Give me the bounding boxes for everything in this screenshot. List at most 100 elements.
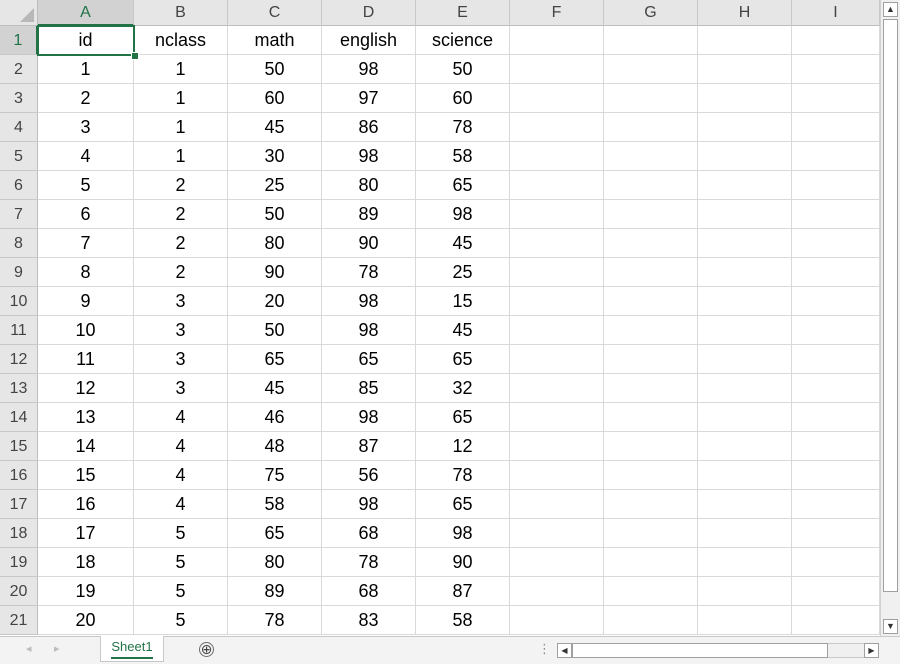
- cell-h12[interactable]: [698, 345, 792, 374]
- cell-d5[interactable]: 98: [322, 142, 416, 171]
- cell-a12[interactable]: 11: [38, 345, 134, 374]
- row-header-9[interactable]: 9: [0, 258, 38, 287]
- row-header-20[interactable]: 20: [0, 577, 38, 606]
- cell-g18[interactable]: [604, 519, 698, 548]
- cell-f2[interactable]: [510, 55, 604, 84]
- row-header-6[interactable]: 6: [0, 171, 38, 200]
- cell-h13[interactable]: [698, 374, 792, 403]
- row-header-7[interactable]: 7: [0, 200, 38, 229]
- fill-handle[interactable]: [131, 52, 139, 60]
- cell-b9[interactable]: 2: [134, 258, 228, 287]
- cell-f10[interactable]: [510, 287, 604, 316]
- cell-b4[interactable]: 1: [134, 113, 228, 142]
- cell-i9[interactable]: [792, 258, 880, 287]
- cell-a1[interactable]: id: [38, 26, 134, 55]
- cell-d13[interactable]: 85: [322, 374, 416, 403]
- cell-b6[interactable]: 2: [134, 171, 228, 200]
- cell-a14[interactable]: 13: [38, 403, 134, 432]
- cell-c3[interactable]: 60: [228, 84, 322, 113]
- cell-i3[interactable]: [792, 84, 880, 113]
- row-header-14[interactable]: 14: [0, 403, 38, 432]
- cell-f1[interactable]: [510, 26, 604, 55]
- cell-i17[interactable]: [792, 490, 880, 519]
- cell-d18[interactable]: 68: [322, 519, 416, 548]
- row-header-2[interactable]: 2: [0, 55, 38, 84]
- vertical-scrollbar[interactable]: ▲ ▼: [880, 0, 900, 636]
- scroll-left-icon[interactable]: ◀: [557, 643, 572, 658]
- column-header-a[interactable]: A: [38, 0, 134, 26]
- cell-c13[interactable]: 45: [228, 374, 322, 403]
- cell-a17[interactable]: 16: [38, 490, 134, 519]
- cell-c9[interactable]: 90: [228, 258, 322, 287]
- cell-a11[interactable]: 10: [38, 316, 134, 345]
- split-handle-icon[interactable]: ⋮: [538, 641, 551, 657]
- cell-b1[interactable]: nclass: [134, 26, 228, 55]
- cell-d11[interactable]: 98: [322, 316, 416, 345]
- column-header-g[interactable]: G: [604, 0, 698, 26]
- cell-e16[interactable]: 78: [416, 461, 510, 490]
- cell-a2[interactable]: 1: [38, 55, 134, 84]
- cell-e19[interactable]: 90: [416, 548, 510, 577]
- cell-a9[interactable]: 8: [38, 258, 134, 287]
- cell-d19[interactable]: 78: [322, 548, 416, 577]
- cell-b16[interactable]: 4: [134, 461, 228, 490]
- cell-e15[interactable]: 12: [416, 432, 510, 461]
- cell-e1[interactable]: science: [416, 26, 510, 55]
- row-header-15[interactable]: 15: [0, 432, 38, 461]
- cell-f3[interactable]: [510, 84, 604, 113]
- cell-c5[interactable]: 30: [228, 142, 322, 171]
- cell-c17[interactable]: 58: [228, 490, 322, 519]
- cell-h1[interactable]: [698, 26, 792, 55]
- cell-b21[interactable]: 5: [134, 606, 228, 635]
- row-header-16[interactable]: 16: [0, 461, 38, 490]
- scroll-up-icon[interactable]: ▲: [883, 2, 898, 17]
- column-header-i[interactable]: I: [792, 0, 880, 26]
- cell-h9[interactable]: [698, 258, 792, 287]
- cell-b2[interactable]: 1: [134, 55, 228, 84]
- cell-i12[interactable]: [792, 345, 880, 374]
- cell-f11[interactable]: [510, 316, 604, 345]
- cell-h6[interactable]: [698, 171, 792, 200]
- cell-e7[interactable]: 98: [416, 200, 510, 229]
- cell-h10[interactable]: [698, 287, 792, 316]
- cell-b10[interactable]: 3: [134, 287, 228, 316]
- cell-c8[interactable]: 80: [228, 229, 322, 258]
- cell-i21[interactable]: [792, 606, 880, 635]
- cell-d17[interactable]: 98: [322, 490, 416, 519]
- cell-h3[interactable]: [698, 84, 792, 113]
- cell-i16[interactable]: [792, 461, 880, 490]
- cell-b7[interactable]: 2: [134, 200, 228, 229]
- cell-b5[interactable]: 1: [134, 142, 228, 171]
- cell-h4[interactable]: [698, 113, 792, 142]
- row-header-4[interactable]: 4: [0, 113, 38, 142]
- cell-e3[interactable]: 60: [416, 84, 510, 113]
- cell-c15[interactable]: 48: [228, 432, 322, 461]
- row-header-5[interactable]: 5: [0, 142, 38, 171]
- cell-g3[interactable]: [604, 84, 698, 113]
- select-all-corner[interactable]: [0, 0, 38, 26]
- cell-c2[interactable]: 50: [228, 55, 322, 84]
- cell-a3[interactable]: 2: [38, 84, 134, 113]
- cell-i18[interactable]: [792, 519, 880, 548]
- cell-i7[interactable]: [792, 200, 880, 229]
- column-header-h[interactable]: H: [698, 0, 792, 26]
- cell-d8[interactable]: 90: [322, 229, 416, 258]
- cell-f5[interactable]: [510, 142, 604, 171]
- cell-h21[interactable]: [698, 606, 792, 635]
- cell-i5[interactable]: [792, 142, 880, 171]
- cell-h11[interactable]: [698, 316, 792, 345]
- cell-i15[interactable]: [792, 432, 880, 461]
- cell-e4[interactable]: 78: [416, 113, 510, 142]
- cell-g9[interactable]: [604, 258, 698, 287]
- cell-g19[interactable]: [604, 548, 698, 577]
- horizontal-scrollbar[interactable]: ◀ ▶: [557, 643, 879, 658]
- cell-c20[interactable]: 89: [228, 577, 322, 606]
- cell-h16[interactable]: [698, 461, 792, 490]
- cell-d7[interactable]: 89: [322, 200, 416, 229]
- cell-b18[interactable]: 5: [134, 519, 228, 548]
- scroll-right-icon[interactable]: ▶: [864, 643, 879, 658]
- cell-f18[interactable]: [510, 519, 604, 548]
- cell-c14[interactable]: 46: [228, 403, 322, 432]
- row-header-10[interactable]: 10: [0, 287, 38, 316]
- cell-g4[interactable]: [604, 113, 698, 142]
